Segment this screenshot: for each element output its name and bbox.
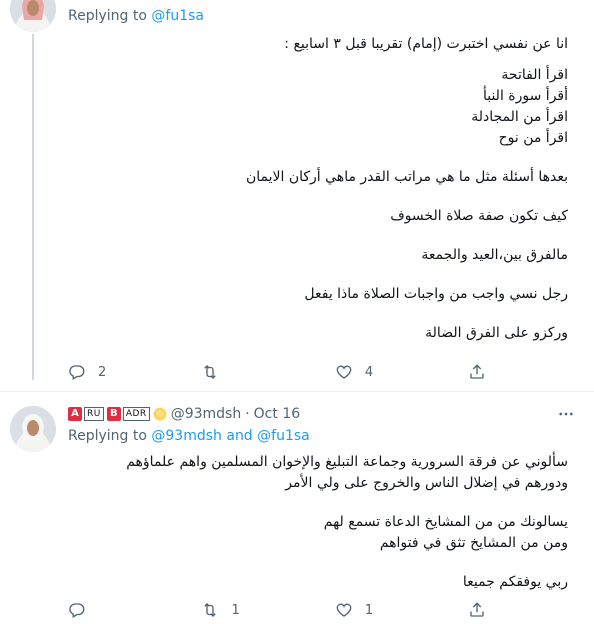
like-icon xyxy=(336,365,352,379)
tweet-line: ربي يوفقكم جميعا xyxy=(462,574,568,590)
share-button[interactable] xyxy=(468,601,498,619)
tweet-line: انا عن نفسي اختبرت (إمام) تقريبا قبل ٣ ا… xyxy=(284,36,568,52)
mention-link[interactable]: @fu1sa xyxy=(151,8,204,24)
avatar[interactable] xyxy=(10,0,56,32)
reply-count: 2 xyxy=(98,364,107,380)
tweet-line: ومن من المشايخ تثق في فتواهم xyxy=(379,535,568,551)
like-icon xyxy=(336,603,352,617)
tweet-line: كيف تكون صفة صلاة الخسوف xyxy=(390,208,568,224)
replying-and: and xyxy=(226,428,253,444)
tweet-text: انا عن نفسي اختبرت (إمام) تقريبا قبل ٣ ا… xyxy=(68,34,568,344)
retweet-button[interactable] xyxy=(201,363,334,381)
letter-b-badge: B xyxy=(106,407,121,421)
user-handle[interactable]: @93mdsh xyxy=(171,406,242,422)
tweet-line: أقرأ سورة النبأ xyxy=(482,88,568,104)
reply-button[interactable]: 2 xyxy=(68,363,201,381)
tweet-line: وركزو على الفرق الضالة xyxy=(425,325,568,341)
retweet-button[interactable]: 1 xyxy=(201,601,334,619)
replying-label: Replying to xyxy=(68,8,147,24)
tweet-actions: 1 1 xyxy=(68,600,498,620)
retweet-count: 1 xyxy=(231,602,240,618)
letters-ru-box: RU xyxy=(84,407,104,421)
tweet-header: A RU B ADR @93mdsh · Oct 16 xyxy=(68,404,300,424)
reply-icon xyxy=(69,603,85,618)
letter-a-badge: A xyxy=(68,407,82,421)
replying-to: Replying to @fu1sa xyxy=(68,8,204,24)
tweet-line: مالفرق بين،العيد والجمعة xyxy=(421,247,568,263)
separator-dot: · xyxy=(245,406,250,422)
tweet-text: سألوني عن فرقة السرورية وجماعة التبليغ و… xyxy=(68,452,568,593)
tweet-line: رجل نسي واجب من واجبات الصلاة ماذا يفعل xyxy=(304,286,568,302)
tweet-date[interactable]: Oct 16 xyxy=(254,406,300,422)
like-button[interactable]: 1 xyxy=(335,601,468,619)
reply-button[interactable] xyxy=(68,601,201,619)
more-icon xyxy=(559,412,573,416)
thread-line xyxy=(32,34,34,380)
like-count: 1 xyxy=(364,602,374,618)
more-button[interactable] xyxy=(554,404,578,424)
like-button[interactable]: 4 xyxy=(335,363,468,381)
tweet-line: اقرأ من المجادلة xyxy=(471,109,568,125)
tweet-line: اقرأ من نوح xyxy=(498,130,568,146)
replying-to: Replying to @93mdsh and @fu1sa xyxy=(68,428,310,444)
tweet-1[interactable]: Replying to @fu1sa انا عن نفسي اختبرت (إ… xyxy=(0,0,594,392)
like-count: 4 xyxy=(364,364,374,380)
replying-label: Replying to xyxy=(68,428,147,444)
sun-emoji-icon xyxy=(152,407,167,421)
letters-adr-box: ADR xyxy=(122,407,150,421)
tweet-line: ودورهم في إضلال الناس والخروج على ولي ال… xyxy=(285,475,568,491)
tweet-line: بعدها أسئلة مثل ما هي مراتب القدر ماهي أ… xyxy=(245,169,568,185)
reply-icon xyxy=(69,365,85,380)
retweet-icon xyxy=(204,603,217,617)
avatar[interactable] xyxy=(10,406,56,452)
share-icon xyxy=(470,364,485,379)
mention-link[interactable]: @93mdsh xyxy=(151,428,222,444)
tweet-line: سألوني عن فرقة السرورية وجماعة التبليغ و… xyxy=(126,454,568,470)
retweet-icon xyxy=(204,365,217,379)
tweet-line: اقرأ الفاتحة xyxy=(501,67,568,83)
tweet-actions: 2 4 xyxy=(68,362,498,382)
share-icon xyxy=(470,602,485,617)
display-name[interactable]: A RU B ADR xyxy=(68,407,171,421)
share-button[interactable] xyxy=(468,363,498,381)
tweet-line: يسالونك من من المشايخ الدعاة تسمع لهم xyxy=(323,514,568,530)
mention-link[interactable]: @fu1sa xyxy=(257,428,310,444)
